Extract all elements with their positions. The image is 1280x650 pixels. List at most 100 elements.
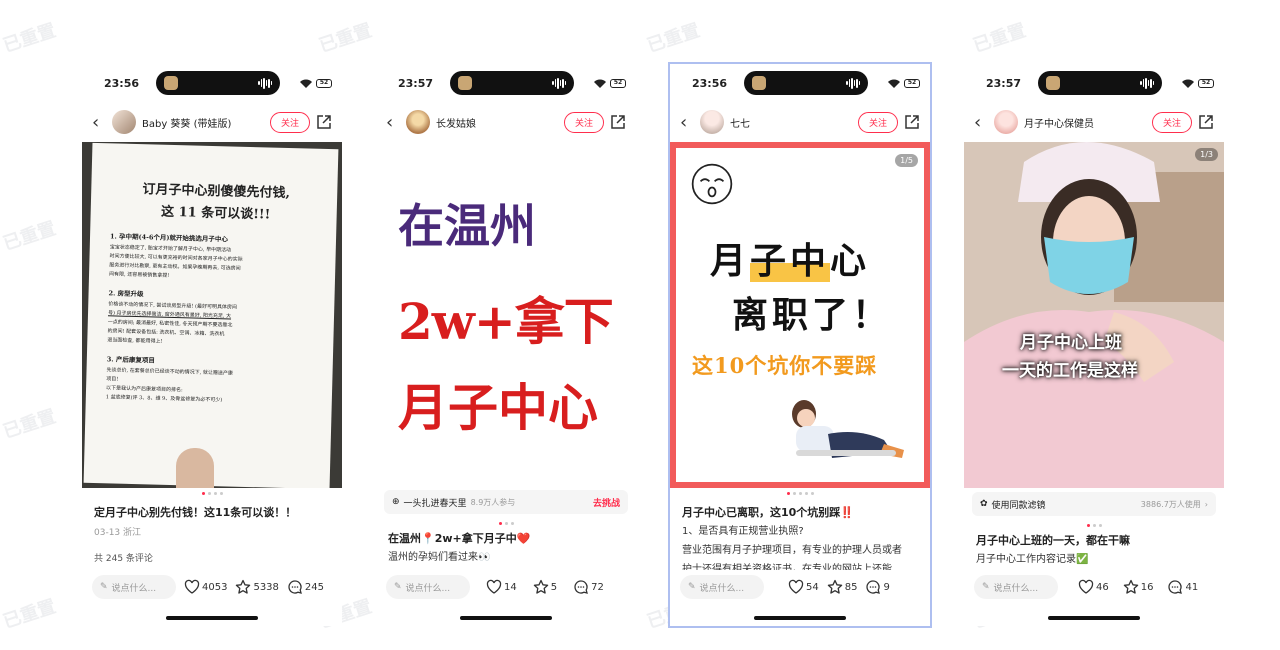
hand-illustration bbox=[176, 448, 214, 488]
comment-placeholder: 说点什么... bbox=[993, 583, 1039, 594]
headline-part: 心 bbox=[830, 240, 871, 282]
like-button[interactable]: 14 bbox=[486, 579, 517, 595]
follow-button[interactable]: 关注 bbox=[857, 111, 898, 133]
author-name[interactable]: 长发姑娘 bbox=[436, 115, 558, 130]
status-time: 23:56 bbox=[104, 76, 140, 90]
dynamic-island bbox=[156, 71, 280, 95]
author-name[interactable]: 月子中心保健员 bbox=[1024, 115, 1146, 130]
wifi-icon bbox=[594, 79, 606, 88]
filter-chip[interactable]: ✿ 使用同款滤镜 3886.7万人使用 › bbox=[972, 492, 1216, 516]
pencil-icon: ✎ bbox=[982, 582, 990, 592]
post-image[interactable]: 在温州 2w+拿下 月子中心 bbox=[392, 142, 620, 488]
share-icon[interactable] bbox=[904, 114, 920, 130]
collect-count: 16 bbox=[1140, 581, 1154, 593]
filter-name: 使用同款滤镜 bbox=[991, 500, 1046, 511]
author-name[interactable]: Baby 葵葵 (带娃版) bbox=[142, 115, 264, 130]
engagement-bar: ✎ 说点什么... 4053 5338 245 bbox=[82, 570, 342, 604]
post-image[interactable]: 订月子中心别傻傻先付钱, 这 11 条可以谈!!! 1. 孕中期(4-6个月)就… bbox=[82, 142, 342, 488]
avatar[interactable] bbox=[994, 110, 1018, 134]
share-icon[interactable] bbox=[610, 114, 626, 130]
follow-button[interactable]: 关注 bbox=[269, 111, 310, 133]
avatar[interactable] bbox=[112, 110, 136, 134]
collect-count: 5338 bbox=[253, 581, 279, 593]
back-icon[interactable]: ‹ bbox=[680, 112, 694, 133]
collect-button[interactable]: 5338 bbox=[235, 579, 279, 595]
heart-icon bbox=[184, 579, 200, 594]
comment-bubble-icon bbox=[574, 580, 589, 594]
collect-button[interactable]: 85 bbox=[827, 579, 857, 595]
watermark: 已重置 bbox=[970, 20, 1029, 57]
comment-button[interactable]: 245 bbox=[287, 579, 324, 595]
status-time: 23:57 bbox=[398, 76, 434, 90]
star-icon bbox=[236, 579, 251, 594]
heart-icon bbox=[788, 579, 804, 594]
comment-count-value: 72 bbox=[591, 581, 604, 593]
home-indicator[interactable] bbox=[460, 616, 552, 620]
phone-post-1: 23:56 52 ‹ Baby 葵葵 (带娃版) 关注 订月子中心别傻傻先付钱,… bbox=[82, 64, 342, 626]
home-indicator[interactable] bbox=[166, 616, 258, 620]
dynamic-island bbox=[450, 71, 574, 95]
author-name[interactable]: 七七 bbox=[730, 115, 852, 130]
like-button[interactable]: 54 bbox=[788, 579, 819, 595]
image-text-line: 月子中心 bbox=[398, 378, 598, 437]
image-headline: 离职了！ bbox=[732, 294, 893, 336]
star-icon bbox=[827, 579, 842, 594]
post-header: ‹ 长发姑娘 关注 bbox=[376, 102, 636, 142]
battery-icon: 52 bbox=[610, 78, 626, 88]
watermark: 已重置 bbox=[0, 596, 59, 633]
collect-button[interactable]: 16 bbox=[1123, 579, 1154, 595]
post-image[interactable]: 月子中心 离职了！ 这10个坑你不要踩 1/5 bbox=[670, 142, 930, 488]
pencil-icon: ✎ bbox=[100, 582, 108, 592]
audio-wave-icon bbox=[258, 77, 272, 89]
comment-input[interactable]: ✎ 说点什么... bbox=[680, 575, 764, 599]
image-subheadline: 这10个坑你不要踩 bbox=[692, 353, 878, 378]
back-icon[interactable]: ‹ bbox=[92, 112, 106, 133]
filter-icon: ✿ bbox=[980, 499, 988, 509]
carousel-indicator bbox=[376, 518, 636, 528]
post-header: ‹ 七七 关注 bbox=[670, 102, 930, 142]
status-bar: 23:57 52 bbox=[964, 64, 1224, 102]
follow-button[interactable]: 关注 bbox=[1151, 111, 1192, 133]
challenge-button[interactable]: 去挑战 bbox=[593, 496, 620, 509]
post-body: 1、是否具有正规营业执照? bbox=[682, 526, 804, 537]
post-date-location: 03-13 浙江 bbox=[94, 528, 142, 538]
comment-placeholder: 说点什么... bbox=[405, 583, 451, 594]
like-count: 54 bbox=[806, 581, 819, 593]
comment-button[interactable]: 41 bbox=[1167, 579, 1198, 595]
comment-button[interactable]: 72 bbox=[573, 579, 604, 595]
filter-users: 3886.7万人使用 bbox=[1140, 499, 1201, 509]
carousel-indicator bbox=[670, 488, 930, 498]
pencil-icon: ✎ bbox=[688, 582, 696, 592]
post-image[interactable]: 月子中心上班 一天的工作是这样 1/3 bbox=[964, 142, 1224, 488]
comment-input[interactable]: ✎ 说点什么... bbox=[974, 575, 1058, 599]
phone-post-3: 23:56 52 ‹ 七七 关注 月子中心 离职了！ 这10个坑你不要踩 1/5… bbox=[668, 62, 932, 628]
topic-name: 一头扎进春天里 bbox=[403, 498, 467, 509]
back-icon[interactable]: ‹ bbox=[974, 112, 988, 133]
comment-input[interactable]: ✎ 说点什么... bbox=[92, 575, 176, 599]
avatar[interactable] bbox=[700, 110, 724, 134]
back-icon[interactable]: ‹ bbox=[386, 112, 400, 133]
image-headline: 月子中心 bbox=[710, 232, 870, 284]
collect-button[interactable]: 5 bbox=[533, 579, 557, 595]
comment-bubble-icon bbox=[288, 580, 302, 594]
image-counter: 1/3 bbox=[1195, 148, 1218, 161]
like-button[interactable]: 4053 bbox=[184, 579, 227, 595]
share-icon[interactable] bbox=[1198, 114, 1214, 130]
image-text-line: 在温州 bbox=[398, 199, 536, 253]
home-indicator[interactable] bbox=[1048, 616, 1140, 620]
wifi-icon bbox=[888, 79, 900, 88]
dynamic-island bbox=[1038, 71, 1162, 95]
like-button[interactable]: 46 bbox=[1078, 579, 1109, 595]
chevron-right-icon: › bbox=[1204, 499, 1208, 509]
follow-button[interactable]: 关注 bbox=[563, 111, 604, 133]
comment-button[interactable]: 9 bbox=[865, 579, 890, 595]
topic-challenge-chip[interactable]: ⊕ 一头扎进春天里 8.9万人参与 去挑战 bbox=[384, 490, 628, 514]
image-counter: 1/5 bbox=[895, 154, 918, 167]
avatar[interactable] bbox=[406, 110, 430, 134]
share-icon[interactable] bbox=[316, 114, 332, 130]
audio-wave-icon bbox=[1140, 77, 1154, 89]
wifi-icon bbox=[1182, 79, 1194, 88]
comment-input[interactable]: ✎ 说点什么... bbox=[386, 575, 470, 599]
engagement-bar: ✎ 说点什么... 54 85 9 bbox=[670, 570, 930, 604]
home-indicator[interactable] bbox=[754, 616, 846, 620]
